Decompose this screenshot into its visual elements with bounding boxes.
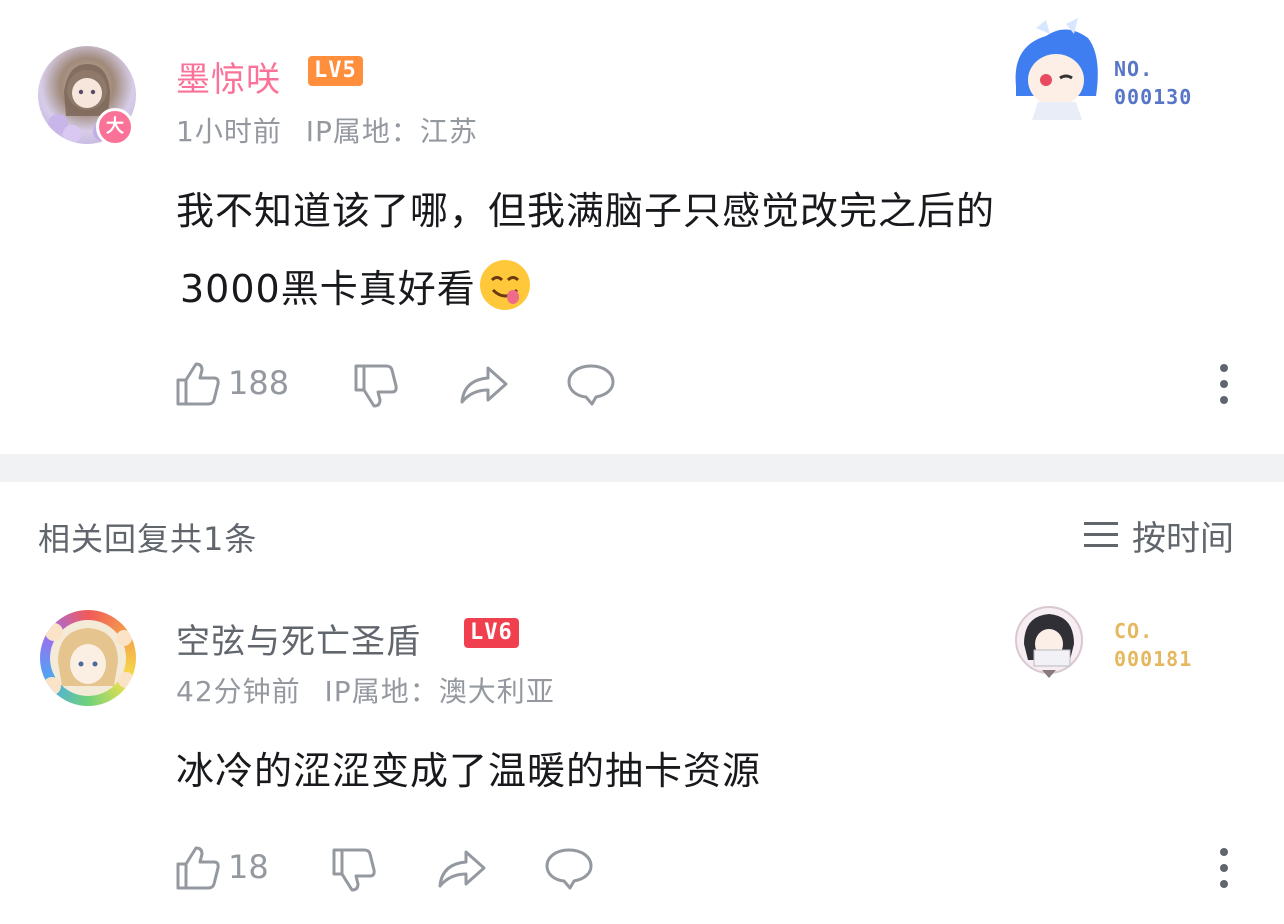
reply-like-count: 18	[228, 848, 269, 886]
reply-time: 42分钟前	[176, 675, 301, 708]
comment-content-line2-text: 3000黑卡真好看	[180, 267, 476, 311]
fan-badge-label: NO.	[1114, 57, 1154, 81]
reply-fan-badge-character-icon	[1015, 606, 1083, 678]
sort-button[interactable]: 按时间	[1084, 512, 1234, 559]
thumbs-up-icon	[176, 846, 220, 890]
username[interactable]: 墨惊咲	[176, 52, 281, 101]
share-icon	[438, 850, 486, 888]
reply-dislike-button[interactable]	[330, 846, 378, 894]
comment-bubble-icon	[567, 364, 615, 406]
section-divider	[0, 454, 1284, 482]
like-count: 188	[228, 364, 290, 402]
comment-content-line2: 3000黑卡真好看	[180, 250, 1216, 328]
reply-more-options-button[interactable]	[1220, 848, 1228, 896]
smile-emoji-icon	[478, 258, 532, 312]
thumbs-down-icon	[354, 364, 398, 408]
avatar-badge: 大	[96, 108, 134, 146]
comment-content: 我不知道该了哪，但我满脑子只感觉改完之后的 3000黑卡真好看	[176, 172, 1216, 328]
reply-fan-badge-label: CO.	[1114, 619, 1154, 643]
reply-fan-badge-number: 000181	[1114, 647, 1193, 671]
reply-button[interactable]	[566, 362, 616, 408]
menu-lines-icon	[1084, 522, 1118, 547]
thumbs-up-icon	[176, 362, 220, 406]
sort-label: 按时间	[1132, 518, 1234, 559]
reply-reply-button[interactable]	[544, 846, 594, 892]
share-button[interactable]	[458, 362, 510, 408]
reply-meta: 42分钟前 IP属地：澳大利亚	[176, 670, 555, 710]
reply-share-button[interactable]	[436, 846, 488, 892]
like-button[interactable]	[174, 360, 222, 408]
thumbs-down-icon	[332, 848, 376, 892]
reply-fan-badge[interactable]: CO. 000181	[1012, 604, 1222, 684]
reply-content: 冰冷的涩涩变成了温暖的抽卡资源	[176, 749, 762, 793]
reply-ip: IP属地：澳大利亚	[324, 675, 555, 708]
level-badge: LV5	[308, 56, 363, 86]
fan-badge-number: 000130	[1114, 85, 1193, 109]
comment-content-line1: 我不知道该了哪，但我满脑子只感觉改完之后的	[176, 189, 996, 233]
comment-ip: IP属地：江苏	[305, 115, 478, 148]
reply-like-button[interactable]	[174, 844, 222, 892]
fan-badge[interactable]: NO. 000130	[1006, 16, 1226, 120]
avatar-badge-text: 大	[106, 116, 124, 137]
comment-meta: 1小时前 IP属地：江苏	[176, 110, 478, 150]
reply-level-badge: LV6	[464, 618, 519, 648]
fan-badge-character-icon	[1015, 18, 1098, 120]
dislike-button[interactable]	[352, 362, 400, 410]
reply-username[interactable]: 空弦与死亡圣盾	[176, 614, 421, 663]
replies-title: 相关回复共1条	[38, 520, 258, 558]
more-options-button[interactable]	[1220, 364, 1228, 412]
comment-time: 1小时前	[176, 115, 282, 148]
reply-avatar-image	[43, 620, 134, 696]
reply-avatar[interactable]	[40, 610, 136, 706]
share-icon	[460, 366, 508, 404]
comment-bubble-icon	[545, 848, 593, 890]
